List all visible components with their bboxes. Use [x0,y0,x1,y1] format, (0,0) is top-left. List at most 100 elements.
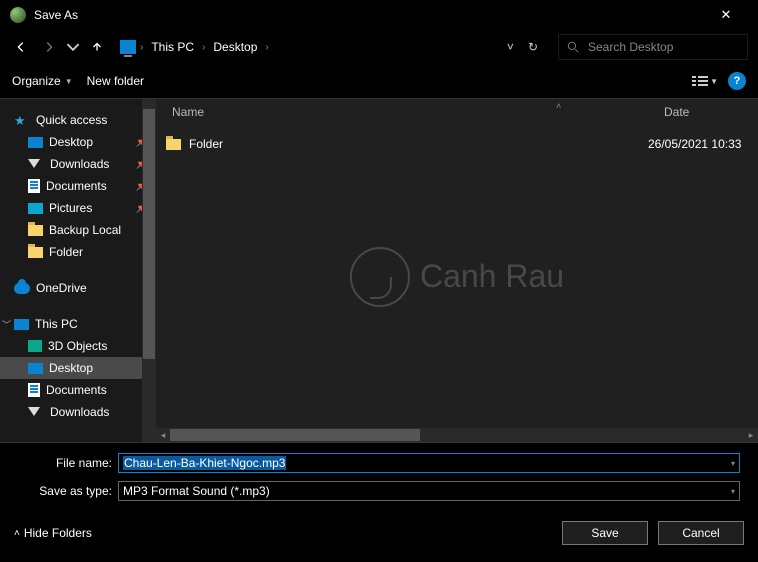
scroll-left-icon[interactable]: ◂ [156,428,170,442]
tree-this-pc[interactable]: ﹀ This PC [0,313,156,335]
forward-button[interactable] [38,36,60,58]
hide-folders-label: Hide Folders [24,526,92,540]
chevron-down-icon[interactable]: ▾ [731,487,735,496]
expand-icon[interactable]: ﹀ [2,318,11,331]
search-placeholder: Search Desktop [588,40,673,54]
tree-desktop[interactable]: Desktop📌 [0,131,156,153]
explorer-body: ★ Quick access Desktop📌 Downloads📌 Docume… [0,98,758,443]
cancel-label: Cancel [682,526,719,540]
folder-icon [28,247,43,258]
organize-menu[interactable]: Organize ▼ [12,74,73,88]
tree-3d-objects[interactable]: 3D Objects [0,335,156,357]
tree-desktop-pc[interactable]: Desktop [0,357,156,379]
desktop-icon [28,363,43,374]
chevron-right-icon[interactable]: › [202,42,205,53]
tree-downloads-pc[interactable]: Downloads [0,401,156,423]
tree-label: OneDrive [36,281,87,295]
nav-bar: › This PC › Desktop › ˅ ↻ Search Desktop [0,30,758,64]
savetype-value: MP3 Format Sound (*.mp3) [123,484,270,498]
tree-downloads[interactable]: Downloads📌 [0,153,156,175]
pc-icon [120,40,136,54]
tree-label: Documents [46,179,107,193]
chevron-down-icon: ▼ [65,77,73,86]
scroll-right-icon[interactable]: ▸ [744,428,758,442]
file-list[interactable]: Folder 26/05/2021 10:33 [156,125,758,428]
column-headers: Name Date ˄ [156,99,758,125]
up-button[interactable] [86,36,108,58]
recent-dropdown[interactable] [66,36,80,58]
tree-label: Documents [46,383,107,397]
desktop-icon [28,137,43,148]
download-icon [28,405,44,419]
save-button[interactable]: Save [562,521,648,545]
tree-label: Folder [49,245,83,259]
folder-icon [28,225,43,236]
file-date-label: 26/05/2021 10:33 [648,137,758,151]
filename-input[interactable]: Chau-Len-Ba-Khiet-Ngoc.mp3 ▾ [118,453,740,473]
3d-icon [28,340,42,352]
new-folder-button[interactable]: New folder [87,74,144,88]
crumb-desktop[interactable]: Desktop [209,40,261,54]
app-icon [10,7,26,23]
list-item[interactable]: Folder 26/05/2021 10:33 [156,133,758,155]
file-list-pane: Name Date ˄ Folder 26/05/2021 10:33 Canh… [156,99,758,442]
help-button[interactable]: ? [728,72,746,90]
back-button[interactable] [10,36,32,58]
refresh-icon[interactable]: ↻ [528,40,538,54]
hide-folders-button[interactable]: ˄ Hide Folders [14,526,92,540]
download-icon [28,157,44,171]
organize-label: Organize [12,74,61,88]
filename-value: Chau-Len-Ba-Khiet-Ngoc.mp3 [123,456,286,470]
tree-label: Desktop [49,135,93,149]
tree-onedrive[interactable]: OneDrive [0,277,156,299]
col-date[interactable]: Date [664,105,758,119]
scrollbar-thumb[interactable] [143,109,155,359]
nav-tree: ★ Quick access Desktop📌 Downloads📌 Docume… [0,99,156,442]
tree-documents-pc[interactable]: Documents [0,379,156,401]
chevron-down-icon[interactable]: ▾ [731,459,735,468]
tree-folder[interactable]: Folder [0,241,156,263]
chevron-right-icon[interactable]: › [140,42,143,53]
list-scrollbar-h[interactable]: ◂ ▸ [156,428,758,442]
tree-scrollbar[interactable] [142,99,156,442]
savetype-label: Save as type: [0,484,118,498]
tree-label: Downloads [50,405,109,419]
chevron-right-icon[interactable]: › [265,42,268,53]
tree-backup[interactable]: Backup Local [0,219,156,241]
star-icon: ★ [14,113,30,127]
toolbar: Organize ▼ New folder ▼ ? [0,64,758,98]
filename-label: File name: [0,456,118,470]
search-icon [567,41,580,54]
scrollbar-thumb[interactable] [170,429,420,441]
save-label: Save [591,526,618,540]
tree-label: Quick access [36,113,107,127]
pictures-icon [28,203,43,214]
save-form: File name: Chau-Len-Ba-Khiet-Ngoc.mp3 ▾ … [0,443,758,503]
window-title: Save As [34,8,78,22]
tree-label: 3D Objects [48,339,107,353]
savetype-select[interactable]: MP3 Format Sound (*.mp3) ▾ [118,481,740,501]
tree-label: Downloads [50,157,109,171]
chevron-up-icon: ˄ [14,528,20,539]
document-icon [28,383,40,397]
file-name-label: Folder [189,137,223,151]
tree-label: Desktop [49,361,93,375]
pc-icon [14,319,29,330]
tree-label: Backup Local [49,223,121,237]
tree-quick-access[interactable]: ★ Quick access [0,109,156,131]
col-name[interactable]: Name [164,105,664,119]
address-bar[interactable]: › This PC › Desktop › ˅ ↻ [114,34,552,60]
search-input[interactable]: Search Desktop [558,34,748,60]
folder-icon [166,139,181,150]
titlebar: Save As ✕ [0,0,758,30]
dialog-footer: ˄ Hide Folders Save Cancel [0,507,758,559]
tree-documents[interactable]: Documents📌 [0,175,156,197]
close-button[interactable]: ✕ [704,1,748,29]
address-dropdown-icon[interactable]: ˅ [507,40,514,54]
tree-pictures[interactable]: Pictures📌 [0,197,156,219]
tree-label: Pictures [49,201,92,215]
tree-label: This PC [35,317,78,331]
cancel-button[interactable]: Cancel [658,521,744,545]
view-options-button[interactable]: ▼ [692,75,718,87]
crumb-this-pc[interactable]: This PC [147,40,198,54]
